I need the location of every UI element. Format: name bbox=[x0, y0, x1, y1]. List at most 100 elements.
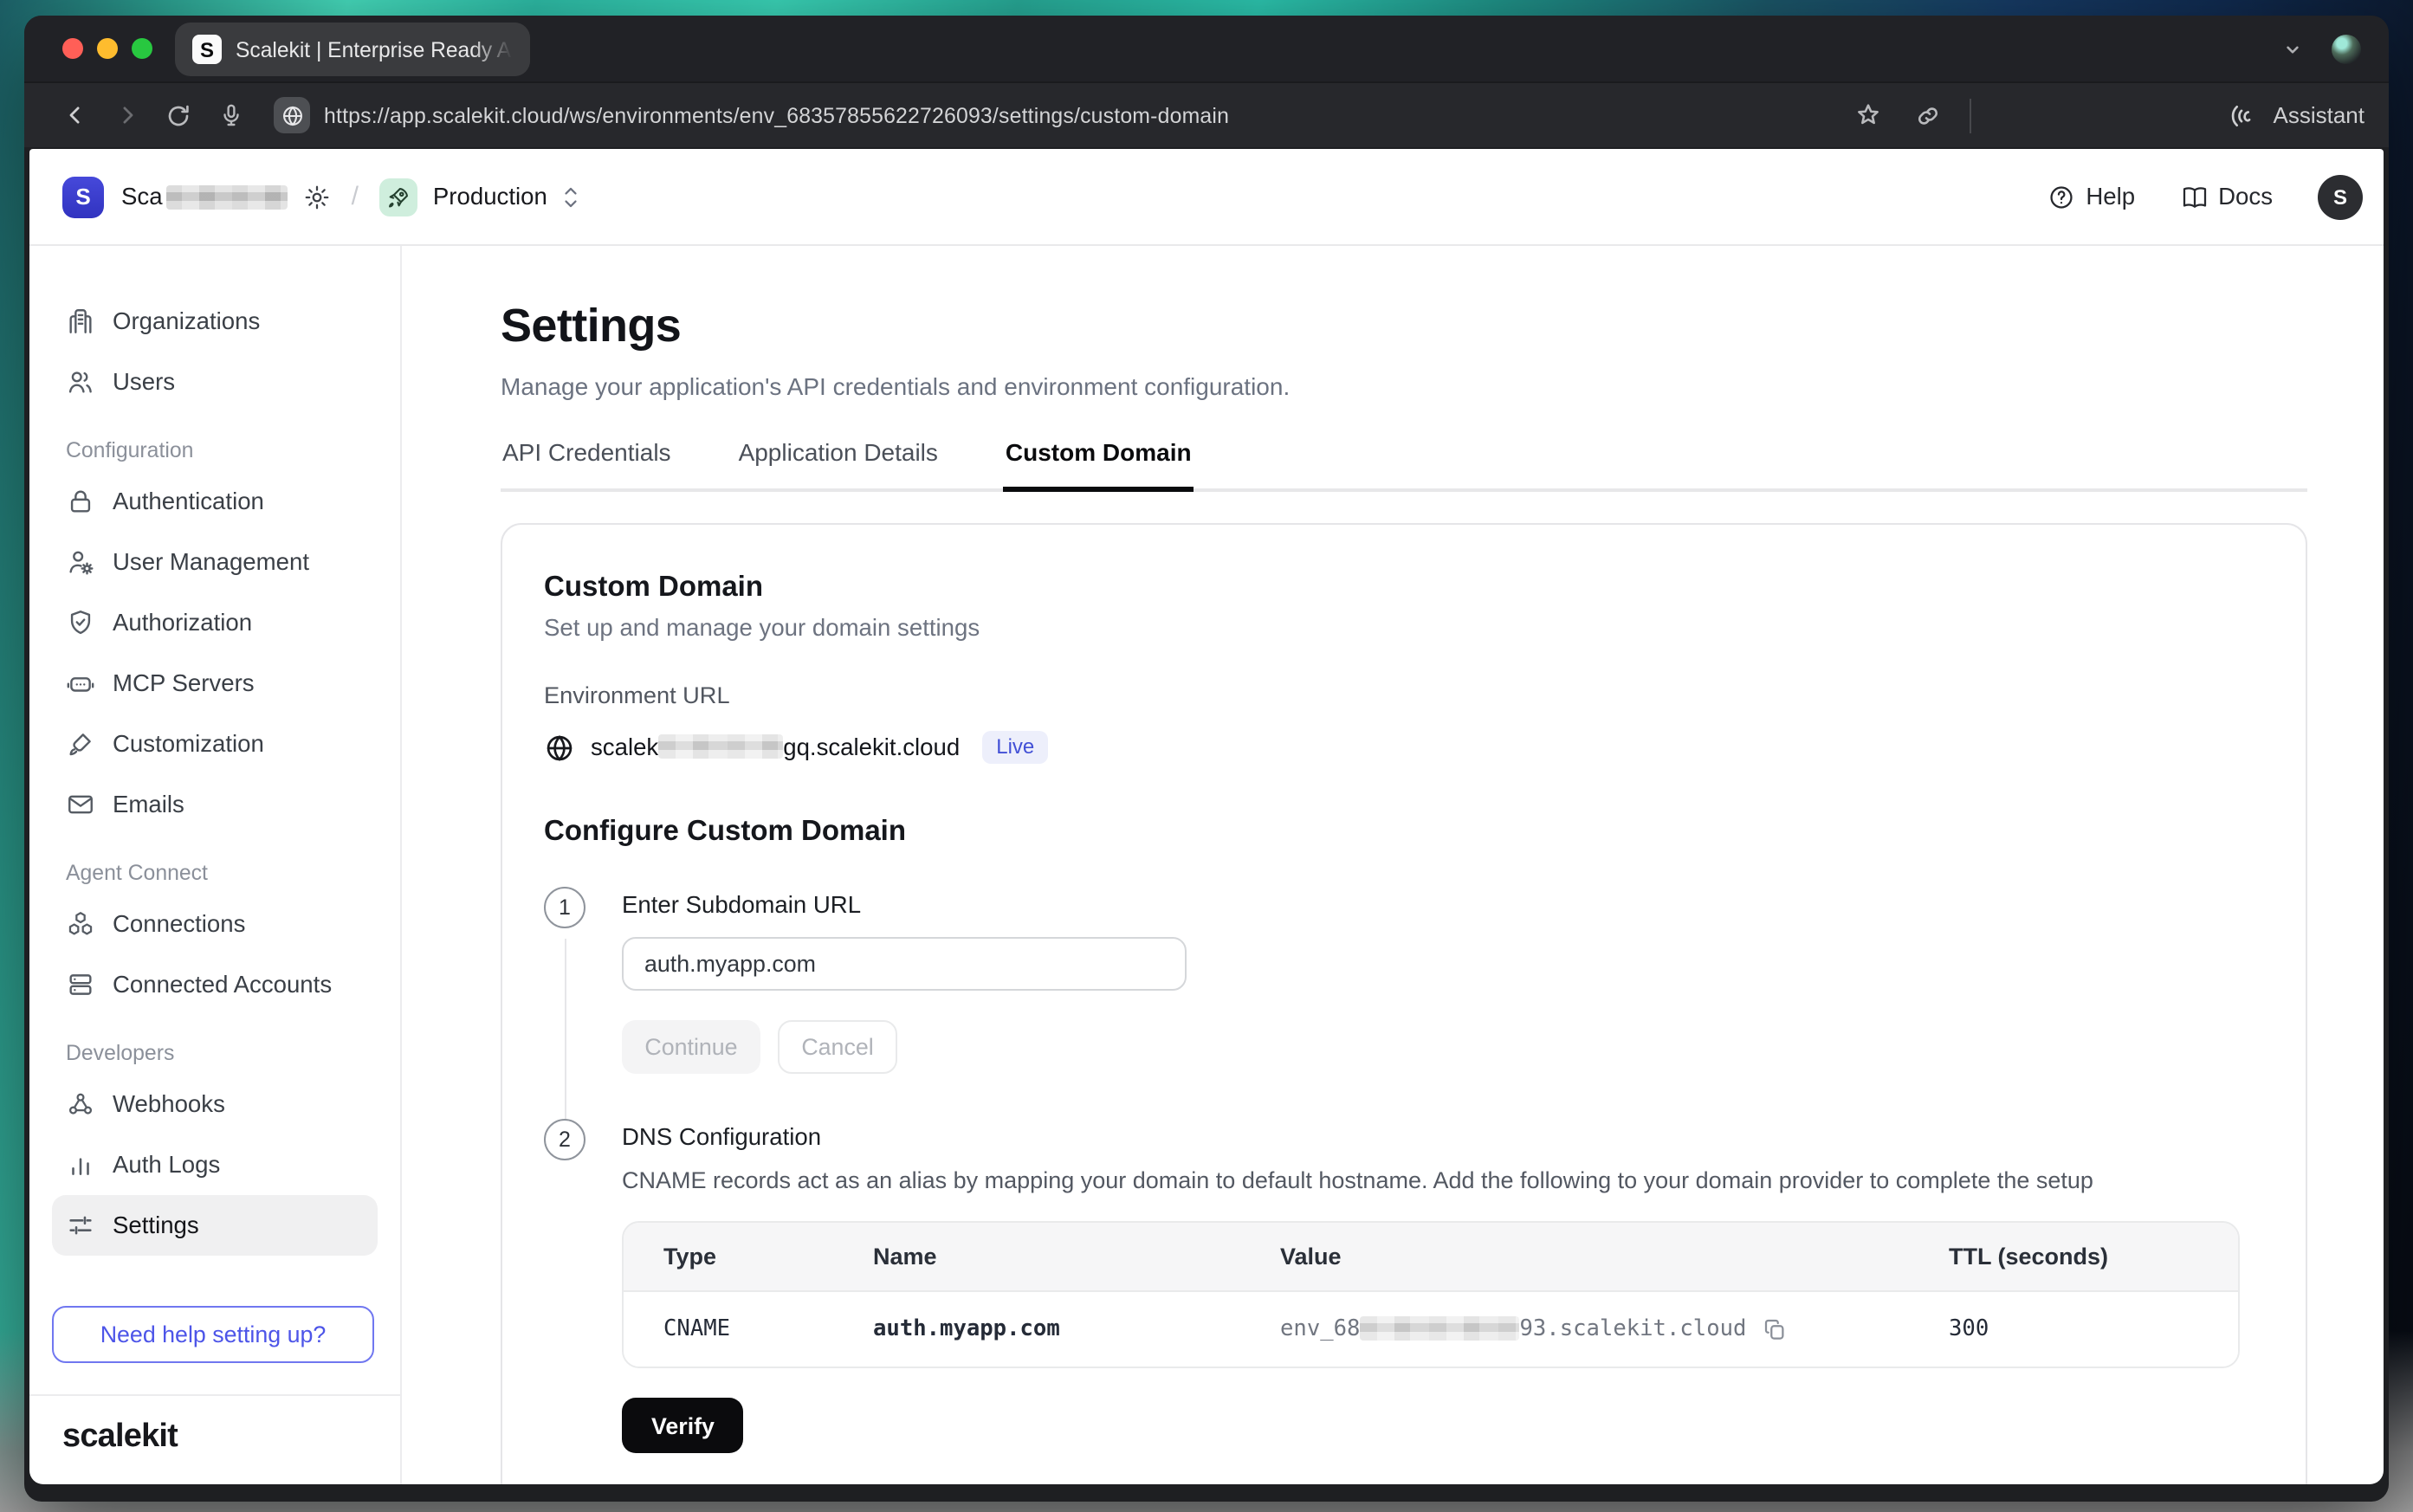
stacked-rows-icon bbox=[66, 970, 95, 999]
sidebar-item-label: Customization bbox=[113, 731, 264, 757]
sidebar-group-agent-connect: Agent Connect bbox=[66, 861, 364, 885]
sidebar-item-authorization[interactable]: Authorization bbox=[52, 592, 378, 653]
globe-icon bbox=[544, 732, 575, 763]
book-icon bbox=[2180, 183, 2208, 210]
col-name: Name bbox=[873, 1223, 1280, 1291]
close-window-button[interactable] bbox=[62, 38, 83, 59]
tab-favicon: S bbox=[192, 35, 222, 64]
site-globe-icon bbox=[274, 97, 310, 133]
step-connector-line bbox=[564, 939, 566, 1119]
scalekit-wordmark: scalekit bbox=[62, 1418, 178, 1455]
sidebar-item-connected-accounts[interactable]: Connected Accounts bbox=[52, 954, 378, 1015]
sidebar-item-label: Organizations bbox=[113, 308, 260, 334]
sidebar-item-authentication[interactable]: Authentication bbox=[52, 471, 378, 532]
sidebar-item-label: Users bbox=[113, 369, 175, 395]
sidebar-item-label: Auth Logs bbox=[113, 1152, 220, 1178]
step-2-number: 2 bbox=[544, 1119, 585, 1160]
tab-api-credentials[interactable]: API Credentials bbox=[501, 438, 673, 488]
sidebar-item-users[interactable]: Users bbox=[52, 352, 378, 412]
environment-url-value: scalekgq.scalekit.cloud bbox=[591, 734, 960, 760]
sidebar-item-emails[interactable]: Emails bbox=[52, 774, 378, 835]
sidebar-item-webhooks[interactable]: Webhooks bbox=[52, 1074, 378, 1134]
browser-tab[interactable]: S Scalekit | Enterprise Ready A bbox=[175, 23, 530, 76]
help-button[interactable]: Help bbox=[2047, 183, 2135, 210]
user-avatar[interactable]: S bbox=[2318, 174, 2363, 219]
dns-table: Type Name Value TTL (seconds) bbox=[622, 1221, 2240, 1368]
sidebar-item-auth-logs[interactable]: Auth Logs bbox=[52, 1134, 378, 1195]
environment-url-prefix: scalek bbox=[591, 734, 658, 760]
forward-icon[interactable] bbox=[100, 102, 152, 128]
settings-tabs: API Credentials Application Details Cust… bbox=[501, 438, 2307, 492]
tab-custom-domain[interactable]: Custom Domain bbox=[1004, 438, 1194, 488]
sidebar-item-user-management[interactable]: User Management bbox=[52, 532, 378, 592]
dns-table-header-row: Type Name Value TTL (seconds) bbox=[624, 1223, 2238, 1291]
copy-link-icon[interactable] bbox=[1915, 101, 1943, 129]
page-title: Settings bbox=[501, 300, 2384, 353]
dns-table-row: CNAME auth.myapp.com env_6893.scalekit.c… bbox=[624, 1291, 2238, 1367]
address-bar-url[interactable]: https://app.scalekit.cloud/ws/environmen… bbox=[324, 103, 1229, 127]
sidebar-item-label: Emails bbox=[113, 792, 184, 817]
production-rocket-icon bbox=[379, 178, 417, 216]
need-help-button[interactable]: Need help setting up? bbox=[52, 1306, 374, 1363]
assistant-icon bbox=[2232, 101, 2260, 129]
caret-updown-icon[interactable] bbox=[561, 184, 580, 209]
bookmark-star-icon[interactable] bbox=[1854, 100, 1884, 130]
docs-button[interactable]: Docs bbox=[2180, 183, 2273, 210]
sidebar-item-connections[interactable]: Connections bbox=[52, 894, 378, 954]
users-icon bbox=[66, 367, 95, 397]
step-1-number: 1 bbox=[544, 887, 585, 928]
record-value-suffix: 93.scalekit.cloud bbox=[1519, 1316, 1746, 1342]
sidebar-item-customization[interactable]: Customization bbox=[52, 714, 378, 774]
workspace-name-prefix: Sca bbox=[121, 184, 163, 210]
sidebar-item-label: Authorization bbox=[113, 610, 252, 636]
workspace-name[interactable]: Sca bbox=[121, 184, 288, 210]
environment-name[interactable]: Production bbox=[433, 184, 547, 210]
subdomain-input[interactable] bbox=[622, 937, 1187, 991]
sidebar: Organizations Users Configuration bbox=[29, 246, 402, 1484]
robot-icon bbox=[66, 669, 95, 698]
shield-check-icon bbox=[66, 608, 95, 637]
mic-icon[interactable] bbox=[204, 102, 256, 128]
continue-button[interactable]: Continue bbox=[622, 1020, 760, 1074]
custom-domain-card: Custom Domain Set up and manage your dom… bbox=[501, 523, 2307, 1484]
browser-toolbar: https://app.scalekit.cloud/ws/environmen… bbox=[24, 81, 2389, 147]
dns-description: CNAME records act as an alias by mapping… bbox=[622, 1167, 2233, 1193]
sidebar-item-organizations[interactable]: Organizations bbox=[52, 291, 378, 352]
sidebar-item-mcp-servers[interactable]: MCP Servers bbox=[52, 653, 378, 714]
sidebar-item-label: Connected Accounts bbox=[113, 972, 332, 998]
assistant-button[interactable]: Assistant bbox=[2232, 101, 2365, 129]
sidebar-footer: scalekit bbox=[29, 1394, 400, 1484]
main-content: Settings Manage your application's API c… bbox=[402, 246, 2384, 1484]
back-icon[interactable] bbox=[49, 102, 100, 128]
help-label: Help bbox=[2086, 184, 2135, 210]
workspace-logo[interactable]: S bbox=[62, 176, 104, 217]
organizations-icon bbox=[66, 307, 95, 336]
col-value: Value bbox=[1280, 1223, 1949, 1291]
zoom-window-button[interactable] bbox=[132, 38, 152, 59]
step-2: 2 DNS Configuration CNAME records act as… bbox=[544, 1119, 2233, 1453]
toolbar-divider bbox=[1970, 98, 1972, 132]
record-value: env_6893.scalekit.cloud bbox=[1280, 1291, 1949, 1367]
app-header: S Sca / Production bbox=[29, 149, 2384, 246]
tab-application-details[interactable]: Application Details bbox=[737, 438, 940, 488]
sidebar-item-settings[interactable]: Settings bbox=[52, 1195, 378, 1256]
record-type: CNAME bbox=[624, 1291, 873, 1367]
live-status-badge: Live bbox=[982, 731, 1048, 764]
reload-icon[interactable] bbox=[152, 101, 204, 129]
tab-title: Scalekit | Enterprise Ready A bbox=[236, 37, 511, 61]
record-value-text: env_6893.scalekit.cloud bbox=[1280, 1316, 1746, 1342]
chevron-down-icon[interactable] bbox=[2281, 37, 2304, 60]
copy-icon[interactable] bbox=[1762, 1316, 1788, 1342]
verify-button[interactable]: Verify bbox=[622, 1398, 744, 1453]
sliders-icon bbox=[66, 1211, 95, 1240]
browser-profile-avatar[interactable] bbox=[2332, 34, 2361, 63]
step-1: 1 Enter Subdomain URL Continue Cancel bbox=[544, 887, 2233, 1119]
cancel-button[interactable]: Cancel bbox=[778, 1020, 897, 1074]
minimize-window-button[interactable] bbox=[97, 38, 118, 59]
environment-url-row: scalekgq.scalekit.cloud Live bbox=[544, 731, 2233, 764]
lock-icon bbox=[66, 487, 95, 516]
assistant-label: Assistant bbox=[2274, 102, 2365, 128]
workspace-gear-icon[interactable] bbox=[303, 183, 331, 210]
workspace-name-redacted bbox=[166, 184, 288, 209]
record-value-redacted bbox=[1360, 1316, 1519, 1341]
